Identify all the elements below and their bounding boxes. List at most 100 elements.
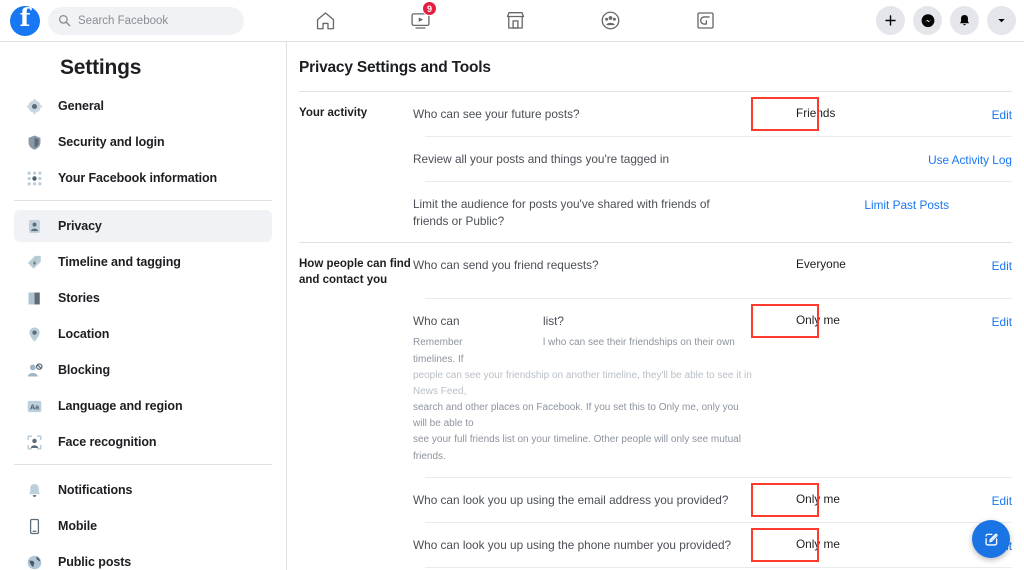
search-placeholder-text: Search Facebook [78, 14, 169, 27]
row-note-line4: see your full friends list on your timel… [413, 434, 741, 462]
sidebar-item-security-and-login[interactable]: Security and login [14, 126, 272, 158]
sidebar-item-label: General [58, 99, 104, 113]
sidebar-divider-2 [14, 464, 272, 465]
row-note: Remember l who can see their friendships … [413, 335, 753, 465]
person-block-icon [24, 360, 44, 380]
section-label-spacer [287, 299, 413, 477]
sidebar-group-privacy: Privacy Timeline and tagging Stories Loc… [0, 210, 286, 458]
sidebar-item-label: Public posts [58, 555, 132, 569]
edit-link[interactable]: Edit [992, 259, 1012, 273]
row-value [796, 137, 916, 181]
nav-gaming-icon[interactable] [684, 1, 726, 41]
settings-row-email-lookup: Who can look you up using the email addr… [287, 478, 1024, 522]
compose-icon [984, 533, 998, 546]
sidebar-item-blocking[interactable]: Blocking [14, 354, 272, 386]
sidebar-item-stories[interactable]: Stories [14, 282, 272, 314]
tag-icon [24, 252, 44, 272]
row-action: Use Activity Log [916, 137, 1024, 181]
sidebar-item-location[interactable]: Location [14, 318, 272, 350]
sidebar-item-label: Notifications [58, 483, 133, 497]
sidebar-item-label: Face recognition [58, 435, 157, 449]
sidebar-item-general[interactable]: General [14, 90, 272, 122]
row-note-line2: people can see your friendship on anothe… [413, 369, 752, 397]
sidebar-item-timeline-and-tagging[interactable]: Timeline and tagging [14, 246, 272, 278]
row-question: Who can see your future posts? [413, 107, 580, 121]
sidebar-item-label: Mobile [58, 519, 97, 533]
language-aa-icon: Aa [24, 396, 44, 416]
section-label-your-activity: Your activity [299, 107, 368, 119]
row-value: Only me [796, 313, 840, 328]
search-input[interactable]: Search Facebook [48, 6, 244, 35]
section-label-spacer [287, 182, 413, 242]
row-value: Friends [796, 106, 836, 120]
use-activity-log-link[interactable]: Use Activity Log [928, 153, 1012, 167]
settings-row-future-posts: Your activity Who can see your future po… [287, 92, 1024, 136]
nav-groups-icon[interactable] [589, 1, 631, 41]
section-label-spacer [287, 478, 413, 522]
privacy-settings-panel: Privacy Settings and Tools Your activity… [287, 42, 1024, 570]
create-plus-icon[interactable] [876, 6, 905, 35]
row-value: Only me [796, 491, 840, 506]
phone-icon [24, 516, 44, 536]
sidebar-item-label: Stories [58, 291, 100, 305]
section-label-how-people-find-you: How people can find and contact you [299, 258, 411, 286]
shield-icon [24, 132, 44, 152]
row-question: Who can send you friend requests? [413, 258, 599, 273]
sidebar-item-notifications[interactable]: Notifications [14, 474, 272, 506]
nav-home-icon[interactable] [304, 1, 346, 41]
row-question: Who can look you up using the phone numb… [413, 537, 732, 552]
row-value: Everyone [796, 257, 846, 272]
main-nav-icons: 9 [290, 0, 740, 41]
sidebar-item-label: Blocking [58, 363, 110, 377]
book-icon [24, 288, 44, 308]
video-notification-badge: 9 [422, 0, 437, 16]
edit-link[interactable]: Edit [992, 315, 1012, 329]
sidebar-item-public-posts[interactable]: Public posts [14, 546, 272, 570]
lock-person-icon [24, 216, 44, 236]
sidebar-item-label: Your Facebook information [58, 171, 218, 185]
svg-text:Aa: Aa [29, 403, 39, 411]
nav-video-icon[interactable]: 9 [399, 0, 441, 41]
sidebar-divider-1 [14, 200, 272, 201]
row-question: Limit the audience for posts you've shar… [413, 197, 710, 229]
face-scan-icon [24, 432, 44, 452]
row-note-line1: Remember l who can see their friendships … [413, 335, 753, 367]
row-action: Limit Past Posts [853, 182, 961, 242]
sidebar-item-privacy[interactable]: Privacy [14, 210, 272, 242]
row-question: Review all your posts and things you're … [413, 152, 670, 166]
account-chevron-down-icon[interactable] [987, 6, 1016, 35]
facebook-logo-icon[interactable] [10, 3, 40, 36]
messenger-icon[interactable] [913, 6, 942, 35]
bell-icon [24, 480, 44, 500]
row-note-part1: Remember [413, 337, 463, 349]
sidebar-item-mobile[interactable]: Mobile [14, 510, 272, 542]
row-question-split: Who can list? [413, 313, 796, 330]
settings-row-friends-list: Who can list? Remember l who can see their… [287, 299, 1024, 477]
row-note-line3: search and other places on Facebook. If … [413, 402, 739, 430]
limit-past-posts-link[interactable]: Limit Past Posts [864, 198, 949, 212]
pin-icon [24, 324, 44, 344]
edit-link[interactable]: Edit [992, 108, 1012, 122]
sidebar-item-label: Timeline and tagging [58, 255, 181, 269]
search-icon [58, 14, 71, 27]
compose-fab-button[interactable] [972, 520, 1010, 558]
sidebar-item-label: Security and login [58, 135, 165, 149]
row-question: Who can look you up using the email addr… [413, 492, 729, 507]
settings-row-friend-requests: How people can find and contact you Who … [287, 243, 1024, 298]
section-label-spacer [287, 137, 413, 181]
row-action: Edit [916, 478, 1024, 522]
grid-dots-icon [24, 168, 44, 188]
sidebar-item-label: Privacy [58, 219, 102, 233]
bell-icon[interactable] [950, 6, 979, 35]
sidebar-item-your-facebook-information[interactable]: Your Facebook information [14, 162, 272, 194]
page-title: Privacy Settings and Tools [299, 59, 491, 76]
settings-row-review-posts: Review all your posts and things you're … [287, 137, 1024, 181]
settings-row-phone-lookup: Who can look you up using the phone numb… [287, 523, 1024, 567]
nav-marketplace-icon[interactable] [494, 1, 536, 41]
row-action: Edit [916, 299, 1024, 477]
sidebar-group-notifications: Notifications Mobile Public posts [0, 474, 286, 570]
edit-link[interactable]: Edit [992, 494, 1012, 508]
section-label-spacer [287, 523, 413, 567]
sidebar-item-language-and-region[interactable]: Aa Language and region [14, 390, 272, 422]
sidebar-item-face-recognition[interactable]: Face recognition [14, 426, 272, 458]
